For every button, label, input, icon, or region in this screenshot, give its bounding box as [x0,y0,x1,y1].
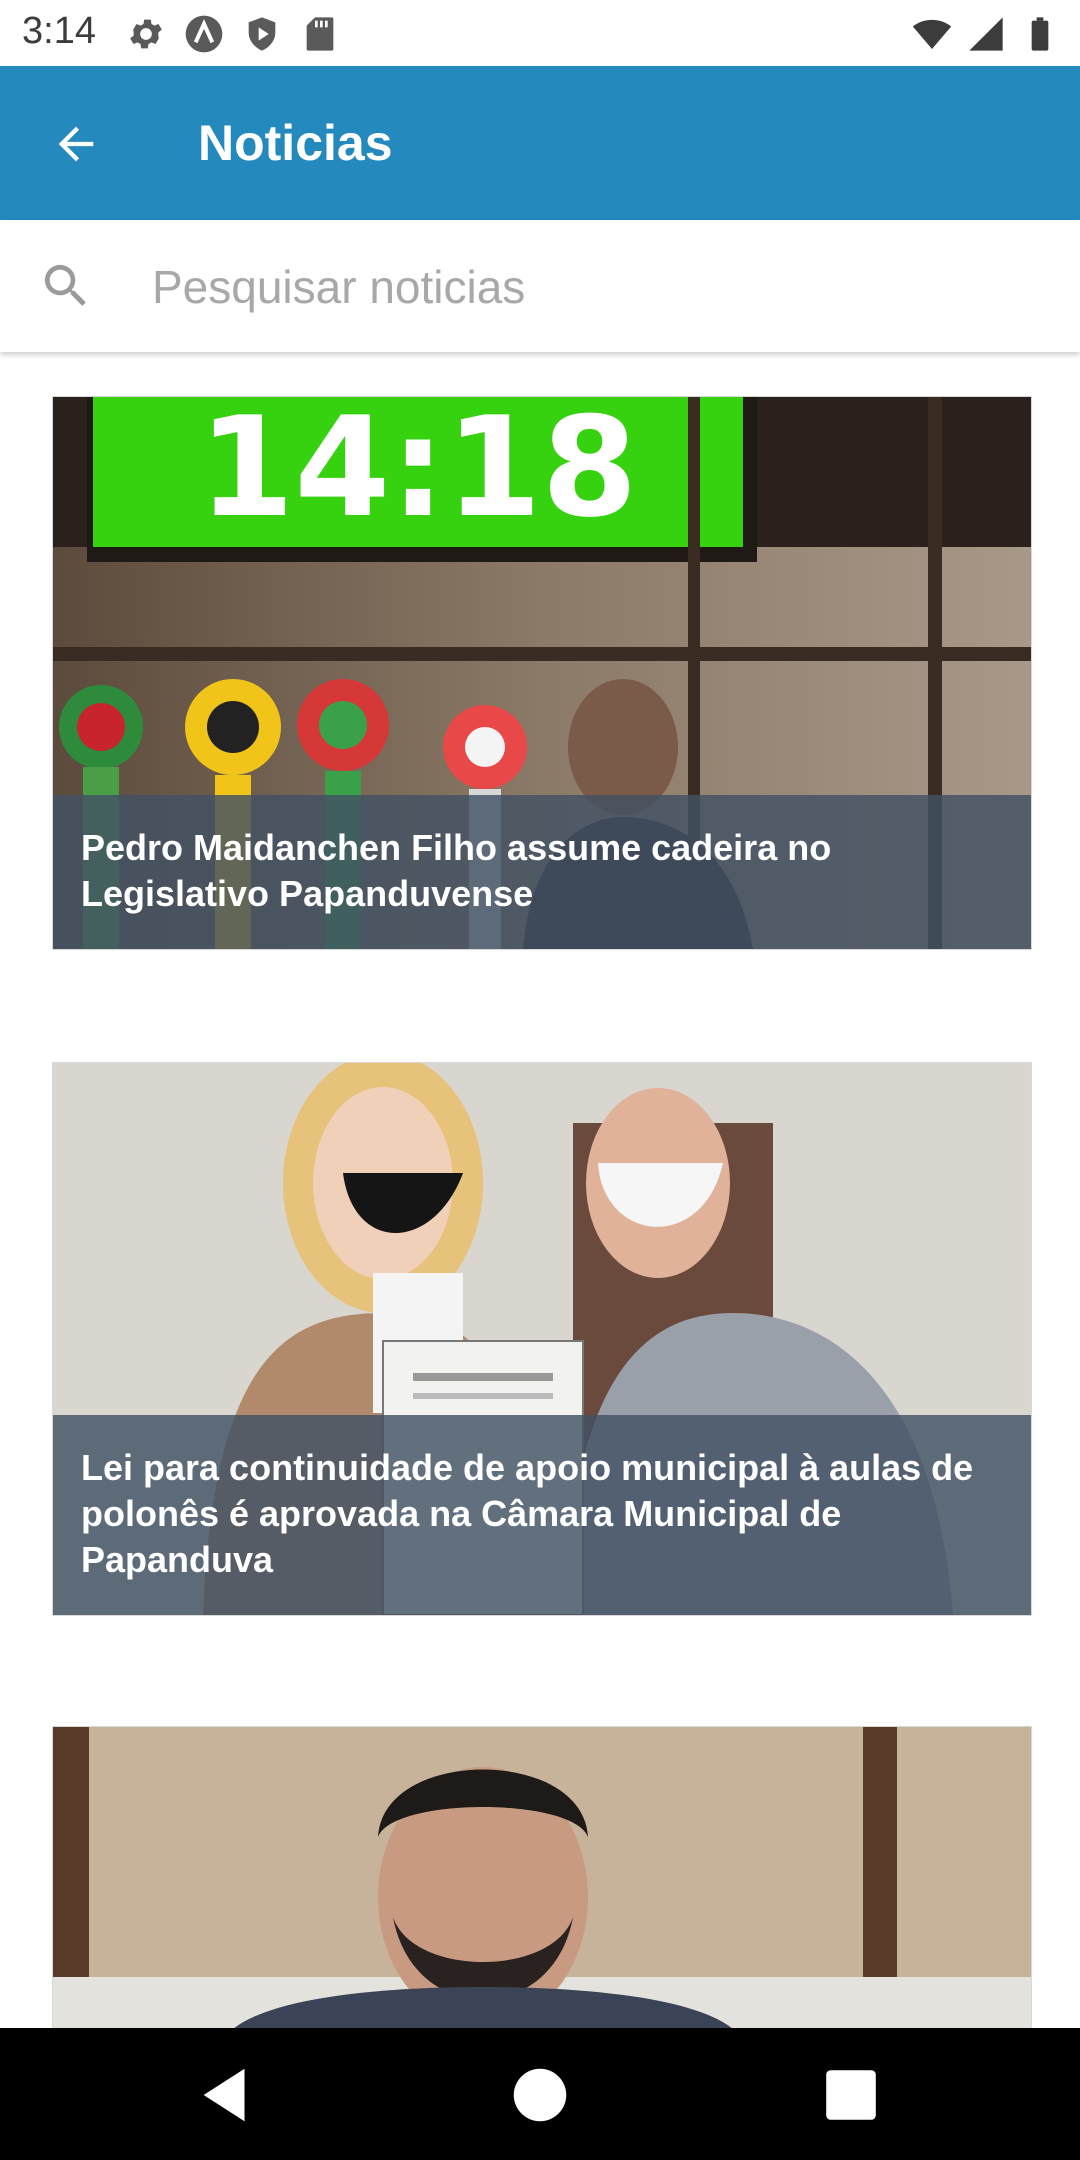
back-triangle-icon[interactable] [192,2060,262,2130]
search-input[interactable] [150,248,1034,326]
news-card[interactable] [52,1726,1032,2029]
battery-icon [1031,17,1049,51]
sd-card-icon [306,17,334,51]
clock-display: 14:18 [198,397,637,548]
app-bar: Noticias [0,66,1080,220]
signal-icon [969,17,1003,51]
back-button[interactable] [40,108,112,180]
news-image [53,1727,1031,2029]
news-title: Lei para continuidade de apoio municipal… [81,1447,974,1580]
news-title: Pedro Maidanchen Filho assume cadeira no… [81,827,832,914]
settings-icon [130,19,162,49]
news-card[interactable]: Lei para continuidade de apoio municipal… [52,1062,1032,1616]
wifi-icon [912,19,952,49]
news-card[interactable]: 14:18 Pedro Maidanchen Filho assume cade… [52,396,1032,950]
search-icon [44,264,86,306]
status-time: 3:14 [22,10,96,52]
news-caption: Pedro Maidanchen Filho assume cadeira no… [53,795,1031,949]
news-caption: Lei para continuidade de apoio municipal… [53,1415,1031,1615]
arrow-back-icon [58,126,94,162]
recents-square-icon[interactable] [816,2060,886,2130]
a-icon [185,15,223,53]
status-bar: 3:14 [0,0,1080,66]
page-title: Noticias [198,115,393,171]
play-protect-icon [248,17,276,51]
navigation-bar [0,2028,1080,2160]
home-circle-icon[interactable] [505,2060,575,2130]
